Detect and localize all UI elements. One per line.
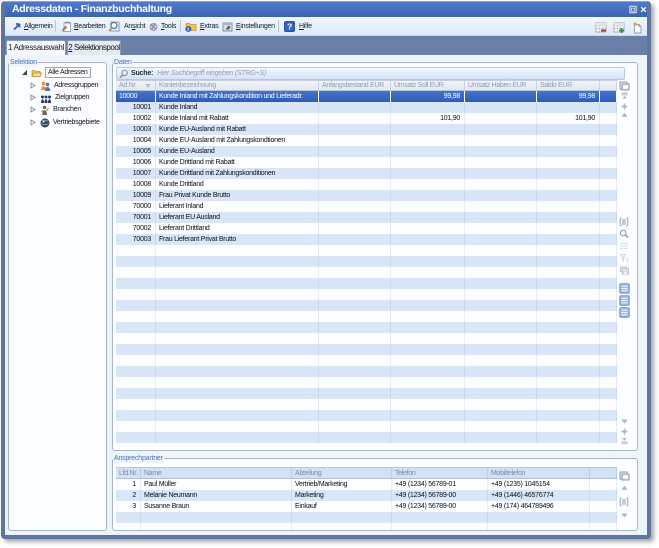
svg-text:?: ?	[287, 21, 292, 31]
